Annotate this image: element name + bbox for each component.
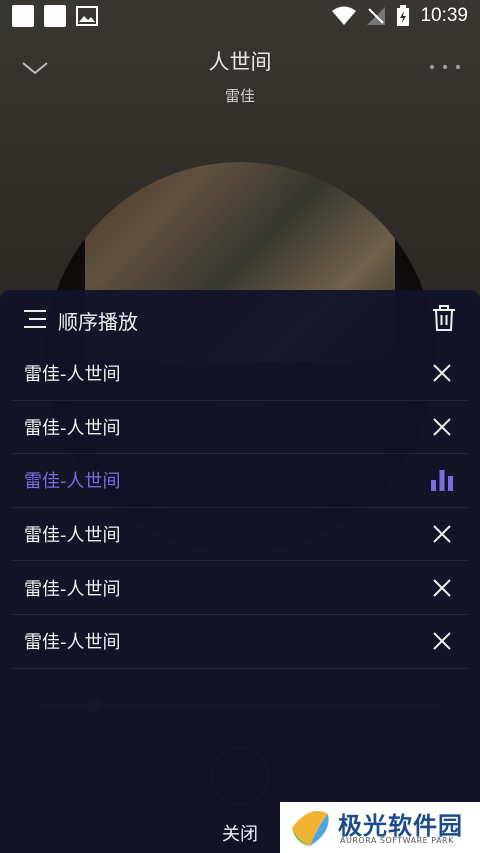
watermark-subtitle: AURORA SOFTWARE PARK <box>340 836 454 845</box>
playlist-header: 顺序播放 <box>0 290 480 348</box>
image-notification-icon <box>76 6 98 26</box>
playlist-sheet: 顺序播放 雷佳-人世间 雷佳-人世间 雷佳-人世间 雷佳-人世间 雷佳-人世间 … <box>0 290 480 853</box>
clock: 10:39 <box>420 5 468 26</box>
playlist-row[interactable]: 雷佳-人世间 <box>12 347 468 401</box>
no-signal-icon <box>367 7 386 25</box>
notification-icon <box>12 5 34 27</box>
close-icon[interactable] <box>432 578 452 598</box>
trash-icon[interactable] <box>432 305 456 331</box>
watermark: 极光软件园 AURORA SOFTWARE PARK <box>280 802 480 853</box>
playlist-row[interactable]: 雷佳-人世间 <box>12 561 468 615</box>
play-mode-label[interactable]: 顺序播放 <box>58 306 138 335</box>
now-playing-equalizer-icon <box>431 470 453 492</box>
song-name: 雷佳-人世间 <box>24 417 121 439</box>
close-icon[interactable] <box>432 417 452 437</box>
song-name: 雷佳-人世间 <box>24 364 121 386</box>
playlist-row[interactable]: 雷佳-人世间 <box>12 401 468 455</box>
battery-charging-icon <box>397 5 410 26</box>
song-name: 雷佳-人世间 <box>24 525 121 547</box>
more-options-icon[interactable] <box>428 62 462 72</box>
song-artist: 雷佳 <box>224 87 255 105</box>
close-icon[interactable] <box>432 524 452 544</box>
song-title: 人世间 <box>208 50 272 74</box>
close-button[interactable]: 关闭 <box>200 820 280 846</box>
song-name: 雷佳-人世间 <box>24 578 121 600</box>
notification-icon <box>44 5 66 27</box>
close-icon[interactable] <box>432 363 452 383</box>
playlist-row-playing[interactable]: 雷佳-人世间 <box>12 454 468 508</box>
wifi-icon <box>332 6 357 25</box>
playlist: 雷佳-人世间 雷佳-人世间 雷佳-人世间 雷佳-人世间 雷佳-人世间 雷佳-人世… <box>12 347 468 669</box>
playlist-row[interactable]: 雷佳-人世间 <box>12 615 468 669</box>
playlist-row[interactable]: 雷佳-人世间 <box>12 508 468 562</box>
song-name: 雷佳-人世间 <box>24 632 121 654</box>
aurora-logo-icon <box>292 811 329 846</box>
close-icon[interactable] <box>432 631 452 651</box>
player-header: 人世间 雷佳 <box>0 40 480 110</box>
status-bar: 10:39 <box>0 0 480 32</box>
song-name: 雷佳-人世间 <box>24 471 121 493</box>
sequential-play-icon[interactable] <box>24 309 46 329</box>
